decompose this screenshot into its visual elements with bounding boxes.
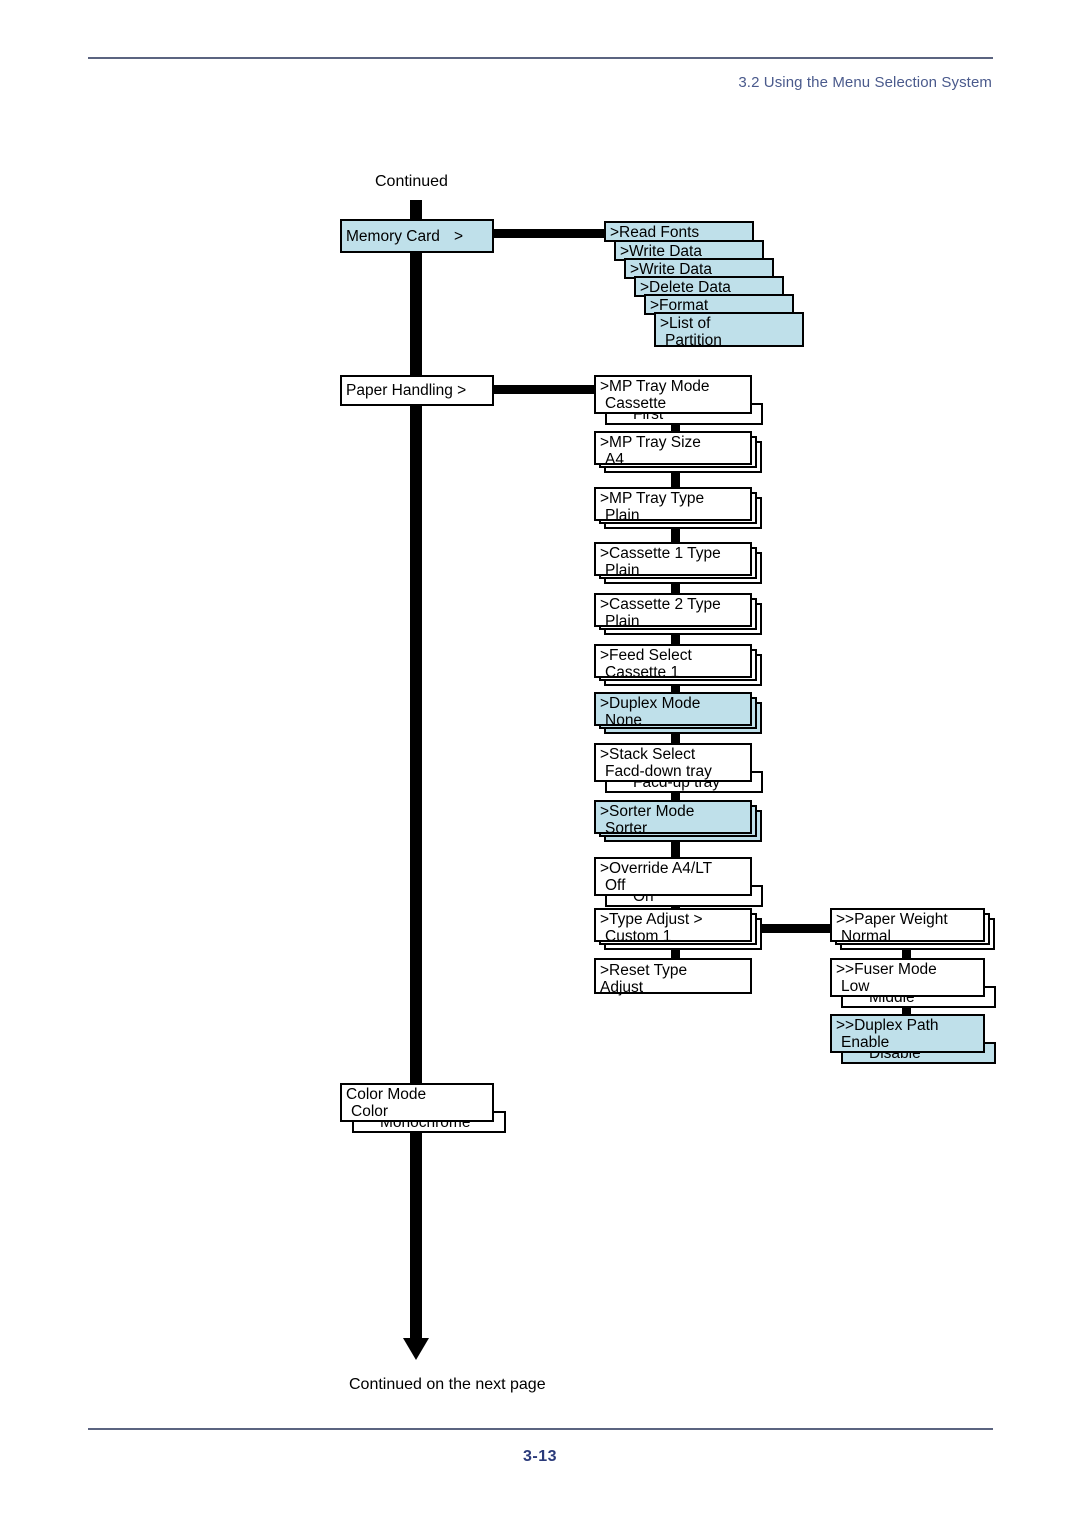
node-color-mode[interactable]: Color Mode Color xyxy=(340,1083,494,1122)
node-override-a4lt-value: Off xyxy=(605,877,626,894)
node-paper-handling[interactable]: Paper Handling > xyxy=(340,375,494,406)
node-type-adjust-title: >Type Adjust > xyxy=(600,911,703,928)
connector-memory-card xyxy=(492,229,606,238)
node-duplex-mode-title: >Duplex Mode xyxy=(600,695,701,712)
node-reset-type[interactable]: >Reset Type Adjust xyxy=(594,958,752,996)
node-paper-weight[interactable]: >>Paper Weight Normal xyxy=(830,908,985,945)
footer-rule xyxy=(88,1428,993,1430)
node-feed-select-title: >Feed Select xyxy=(600,647,692,664)
node-mp-tray-type-value: Plain xyxy=(605,507,640,524)
node-list-of-partition[interactable]: >List of Partition xyxy=(654,312,804,349)
node-duplex-mode[interactable]: >Duplex Mode None xyxy=(594,692,752,729)
node-cassette-2-type-value: Plain xyxy=(605,613,640,630)
node-mp-tray-size-title: >MP Tray Size xyxy=(600,434,701,451)
node-type-adjust[interactable]: >Type Adjust > Custom 1 xyxy=(594,908,752,945)
node-stack-select-title: >Stack Select xyxy=(600,746,696,763)
node-duplex-mode-value: None xyxy=(605,712,643,729)
node-mp-tray-size-value: A4 xyxy=(605,451,624,468)
header-section-title: 3.2 Using the Menu Selection System xyxy=(738,74,992,91)
node-duplex-path-title: >>Duplex Path xyxy=(836,1017,939,1034)
node-override-a4lt[interactable]: >Override A4/LT Off xyxy=(594,857,752,896)
node-type-adjust-value: Custom 1 xyxy=(605,928,672,945)
node-cassette-2-type[interactable]: >Cassette 2 Type Plain xyxy=(594,593,752,630)
flow-arrow-head xyxy=(403,1338,429,1360)
node-duplex-path-value: Enable xyxy=(841,1034,890,1051)
node-mp-tray-mode-value: Cassette xyxy=(605,395,667,412)
node-cassette-1-type-title: >Cassette 1 Type xyxy=(600,545,721,562)
node-fuser-mode-value: Low xyxy=(841,978,870,995)
node-duplex-path[interactable]: >>Duplex Path Enable xyxy=(830,1014,985,1053)
node-fuser-mode[interactable]: >>Fuser Mode Low xyxy=(830,958,985,997)
flow-spine-upper xyxy=(410,200,422,1342)
node-stack-select[interactable]: >Stack Select Facd-down tray xyxy=(594,743,752,782)
node-paper-weight-value: Normal xyxy=(841,928,891,945)
node-list-of-partition-label: >List of xyxy=(660,315,711,332)
connector-type-adjust xyxy=(750,924,834,933)
node-override-a4lt-title: >Override A4/LT xyxy=(600,860,713,877)
node-mp-tray-mode[interactable]: >MP Tray Mode Cassette xyxy=(594,375,752,414)
node-mp-tray-type-title: >MP Tray Type xyxy=(600,490,705,507)
node-mp-tray-size[interactable]: >MP Tray Size A4 xyxy=(594,431,752,468)
manual-page: 3.2 Using the Menu Selection System 3-13… xyxy=(0,0,1080,1528)
node-reset-type-value: Adjust xyxy=(600,979,644,996)
node-read-fonts[interactable]: >Read Fonts xyxy=(604,221,754,242)
node-stack-select-value: Facd-down tray xyxy=(605,763,712,780)
node-reset-type-title: >Reset Type xyxy=(600,962,688,979)
connector-paper-handling xyxy=(492,385,606,394)
node-feed-select[interactable]: >Feed Select Cassette 1 xyxy=(594,644,752,681)
node-memory-card-arrow: > xyxy=(454,228,464,245)
node-fuser-mode-title: >>Fuser Mode xyxy=(836,961,937,978)
node-list-of-partition-label2: Partition xyxy=(665,332,722,349)
header-rule xyxy=(88,57,993,59)
node-paper-handling-label: Paper Handling > xyxy=(346,382,467,399)
node-cassette-1-type[interactable]: >Cassette 1 Type Plain xyxy=(594,542,752,579)
node-sorter-mode-value: Sorter xyxy=(605,820,648,837)
node-paper-weight-title: >>Paper Weight xyxy=(836,911,948,928)
node-color-mode-value: Color xyxy=(351,1103,389,1120)
page-number: 3-13 xyxy=(522,1448,558,1465)
continued-caption-bottom: Continued on the next page xyxy=(349,1376,546,1393)
node-feed-select-value: Cassette 1 xyxy=(605,664,680,681)
node-color-mode-title: Color Mode xyxy=(346,1086,427,1103)
node-memory-card[interactable]: Memory Card > xyxy=(340,219,494,253)
node-cassette-2-type-title: >Cassette 2 Type xyxy=(600,596,721,613)
node-memory-card-label: Memory Card xyxy=(346,228,440,245)
node-sorter-mode[interactable]: >Sorter Mode Sorter xyxy=(594,800,752,837)
node-cassette-1-type-value: Plain xyxy=(605,562,640,579)
node-mp-tray-type[interactable]: >MP Tray Type Plain xyxy=(594,487,752,524)
node-sorter-mode-title: >Sorter Mode xyxy=(600,803,695,820)
continued-caption-top: Continued xyxy=(375,173,448,190)
node-mp-tray-mode-title: >MP Tray Mode xyxy=(600,378,710,395)
